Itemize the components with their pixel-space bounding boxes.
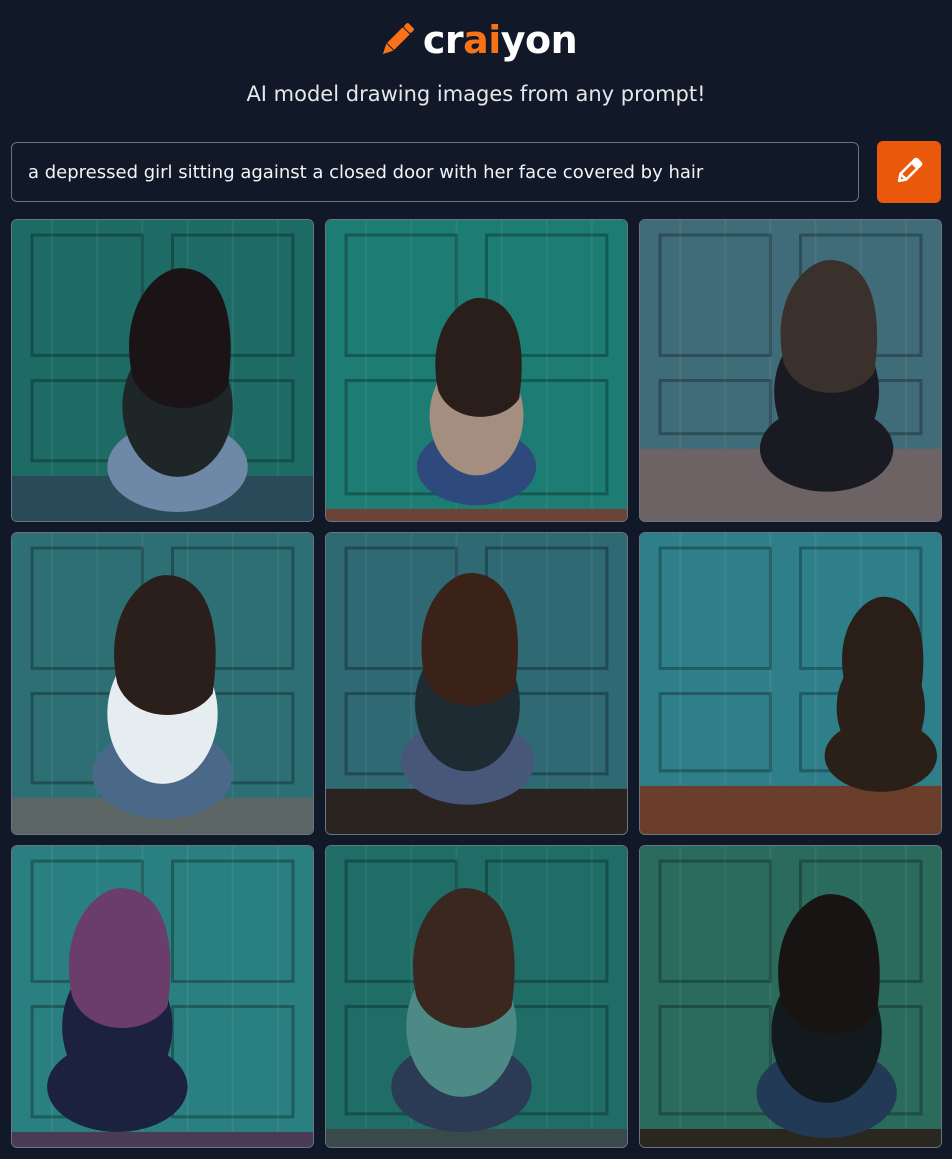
result-image-illustration: [326, 533, 627, 834]
pencil-icon: [375, 18, 419, 62]
result-image[interactable]: [325, 532, 628, 835]
result-image[interactable]: [11, 219, 314, 522]
result-image[interactable]: [11, 532, 314, 835]
prompt-field-container: [11, 142, 859, 202]
result-image-illustration: [640, 846, 941, 1147]
result-image[interactable]: [325, 219, 628, 522]
result-image[interactable]: [639, 219, 942, 522]
pencil-icon: [893, 155, 925, 190]
results-grid: [11, 219, 942, 1148]
result-image-illustration: [640, 533, 941, 834]
result-image-illustration: [326, 846, 627, 1147]
result-image-illustration: [12, 533, 313, 834]
result-image[interactable]: [639, 532, 942, 835]
result-image[interactable]: [11, 845, 314, 1148]
result-image[interactable]: [639, 845, 942, 1148]
prompt-input[interactable]: [28, 161, 848, 183]
result-image[interactable]: [325, 845, 628, 1148]
app-header: craiyon: [0, 12, 952, 68]
logo-wordmark[interactable]: craiyon: [423, 21, 578, 59]
result-image-illustration: [640, 220, 941, 521]
draw-button[interactable]: [877, 141, 941, 203]
result-image-illustration: [12, 220, 313, 521]
result-image-illustration: [326, 220, 627, 521]
tagline: AI model drawing images from any prompt!: [246, 82, 706, 106]
result-image-illustration: [12, 846, 313, 1147]
